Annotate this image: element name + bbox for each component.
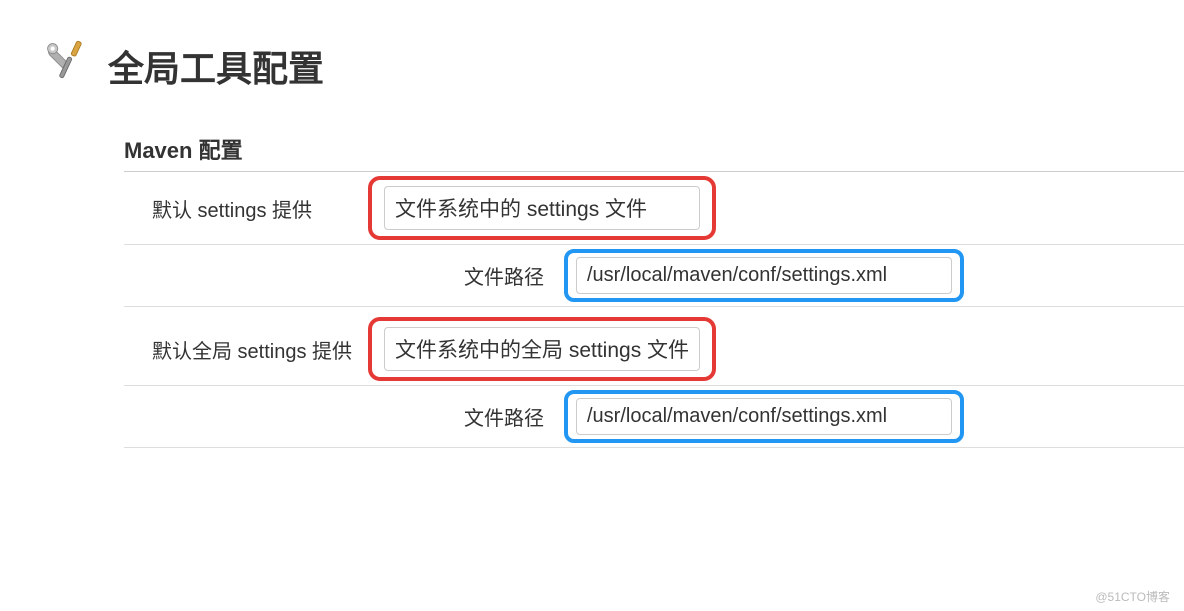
default-file-path-row: 文件路径 xyxy=(124,245,1184,307)
global-file-path-input-highlight xyxy=(564,390,964,443)
file-path-input-highlight xyxy=(564,249,964,302)
global-settings-select[interactable]: 文件系统中的全局 settings 文件 xyxy=(384,327,700,371)
default-settings-label: 默认 settings 提供 xyxy=(124,194,368,223)
global-file-path-row: 文件路径 xyxy=(124,386,1184,448)
global-settings-label: 默认全局 settings 提供 xyxy=(124,335,368,364)
default-settings-select-highlight: 文件系统中的 settings 文件 xyxy=(368,176,716,240)
global-file-path-label: 文件路径 xyxy=(428,402,564,431)
default-settings-row: 默认 settings 提供 文件系统中的 settings 文件 xyxy=(124,172,1184,245)
page-header: 全局工具配置 xyxy=(0,0,1184,105)
global-settings-row: 默认全局 settings 提供 文件系统中的全局 settings 文件 xyxy=(124,313,1184,386)
wrench-screwdriver-icon xyxy=(40,36,94,95)
default-settings-select[interactable]: 文件系统中的 settings 文件 xyxy=(384,186,700,230)
page-title: 全局工具配置 xyxy=(108,40,324,92)
global-settings-select-highlight: 文件系统中的全局 settings 文件 xyxy=(368,317,716,381)
content-area: Maven 配置 默认 settings 提供 文件系统中的 settings … xyxy=(0,105,1184,448)
file-path-label: 文件路径 xyxy=(428,261,564,290)
watermark: @51CTO博客 xyxy=(1095,588,1170,605)
file-path-input[interactable] xyxy=(576,257,952,294)
maven-section-title: Maven 配置 xyxy=(124,133,1184,172)
global-file-path-input[interactable] xyxy=(576,398,952,435)
